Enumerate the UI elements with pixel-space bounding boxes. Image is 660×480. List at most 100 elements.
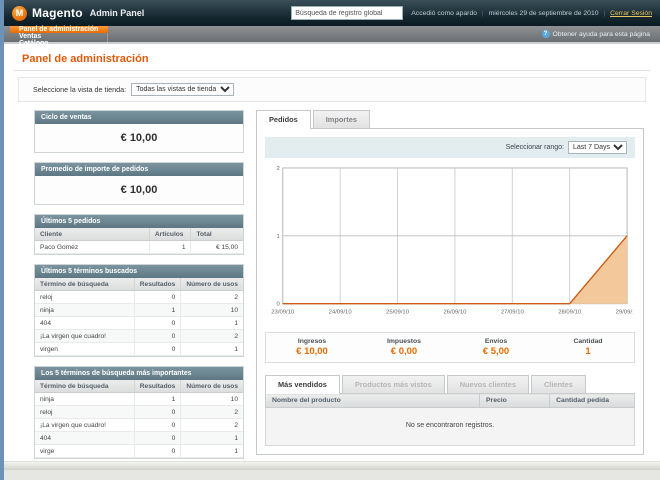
chart-tabs: Pedidos Importes [256, 110, 644, 129]
current-date: miércoles 29 de septiembre de 2010 [488, 9, 599, 17]
products-column-header: Cantidad pedida [549, 393, 635, 409]
table-row: ¡La virgen que cuadro! 0 2 [35, 418, 243, 432]
stat-value: 1 [585, 346, 591, 358]
content-area: Panel de administración Seleccione la vi… [4, 44, 660, 470]
column-header: Resultados [134, 380, 182, 393]
top-search-terms-table: Término de búsqueda Resultados Número de u… [35, 380, 243, 458]
divider [14, 70, 650, 71]
table-cell: ninja [35, 303, 135, 317]
chart-tab-0[interactable]: Pedidos [256, 110, 311, 129]
lifetime-sales-value: € 10,00 [35, 124, 243, 152]
average-orders-value: € 10,00 [35, 176, 243, 204]
help-icon: ? [541, 30, 550, 38]
no-records-message: No se encontraron registros. [265, 408, 635, 447]
products-grid: Nombre del producto Precio Cantidad pedida… [264, 393, 635, 447]
stat-label: Envíos [484, 338, 508, 346]
table-cell: 0 [134, 290, 182, 304]
table-cell: Paco Gomez [35, 240, 150, 254]
column-header: Término de búsqueda [35, 380, 135, 393]
svg-text:0: 0 [277, 302, 281, 308]
lifetime-sales-title: Ciclo de ventas [35, 111, 243, 124]
last-search-terms-box: Últimos 5 términos buscados Término de b… [34, 264, 244, 357]
page-help-link[interactable]: ? Obtener ayuda para esta página [541, 26, 660, 42]
stat-3: Cantidad 1 [542, 338, 634, 357]
store-view-select[interactable]: Todas las vistas de tienda [131, 83, 235, 96]
products-column-header: Nombre del producto [264, 393, 481, 409]
svg-text:29/09/10: 29/09/10 [616, 310, 633, 316]
orders-area-chart: 0 1 2 23/09/10 24/09/10 25/09/10 26/09/10 27/09… [271, 166, 639, 316]
table-cell: 2 [180, 405, 243, 419]
nav-item-0[interactable]: Panel de administración [10, 26, 109, 33]
stat-1: Impuestos € 0,00 [358, 338, 450, 357]
last-orders-table: Cliente Artículos Total Paco Gomez 1 € 15,00 [35, 228, 243, 254]
table-cell: 0 [134, 431, 182, 445]
svg-text:27/09/10: 27/09/10 [501, 310, 525, 316]
stat-label: Impuestos [387, 338, 421, 346]
table-row: ¡La virgen que cuadro! 0 2 [35, 329, 243, 343]
table-cell: 2 [180, 329, 243, 343]
top-search-terms-title: Los 5 términos de búsqueda más important… [35, 367, 243, 380]
chart-tab-1[interactable]: Importes [312, 110, 370, 128]
table-row: reloj 0 2 [35, 290, 243, 304]
table-cell: virgen [35, 342, 135, 356]
bottom-tab-2: Nuevos clientes [446, 375, 529, 394]
logged-in-as: Accedió como apardo [411, 9, 478, 17]
table-cell: 1 [180, 431, 243, 445]
stat-value: € 5,00 [482, 346, 510, 358]
last-orders-box: Últimos 5 pedidos Cliente Artículos Total P… [34, 214, 244, 255]
table-cell: ¡La virgen que cuadro! [35, 329, 135, 343]
svg-text:28/09/10: 28/09/10 [558, 310, 582, 316]
global-search-input[interactable] [291, 6, 404, 20]
column-header: Total [190, 228, 243, 241]
svg-text:23/09/10: 23/09/10 [271, 310, 295, 316]
table-cell: € 15,00 [190, 240, 243, 254]
table-cell: 404 [35, 431, 135, 445]
last-search-terms-table: Término de búsqueda Resultados Número de u… [35, 278, 243, 356]
user-info-area: Accedió como apardo | miércoles 29 de se… [411, 9, 652, 17]
table-cell: 10 [180, 392, 243, 406]
stat-value: € 0,00 [390, 346, 418, 358]
stat-label: Cantidad [573, 338, 603, 346]
table-cell: ninja [35, 392, 135, 406]
table-cell: 1 [180, 342, 243, 356]
orders-chart: 0 1 2 23/09/10 24/09/10 25/09/10 26/09/10 27/09… [265, 158, 639, 326]
lifetime-sales-box: Ciclo de ventas € 10,00 [34, 110, 244, 153]
logout-link[interactable]: Cerrar Sesión [610, 10, 652, 17]
help-label: Obtener ayuda para esta página [552, 30, 651, 38]
table-row: virgen 0 1 [35, 342, 243, 356]
table-cell: ¡La virgen que cuadro! [35, 418, 135, 432]
table-cell: 1 [149, 240, 192, 254]
bottom-tab-1: Productos más vistos [341, 375, 445, 394]
products-table: Nombre del producto Precio Cantidad pedida [264, 393, 635, 409]
footer-strip [4, 461, 660, 470]
last-search-terms-title: Últimos 5 términos buscados [35, 265, 243, 278]
chart-panel: Seleccionar rango: Last 7 Days 0 1 2 23/09/… [256, 128, 644, 456]
table-cell: 0 [134, 342, 182, 356]
magento-logo-icon: M [12, 5, 27, 21]
nav-item-1[interactable]: Ventas [10, 33, 109, 40]
logo-subtitle: Admin Panel [89, 8, 145, 18]
stat-label: Ingresos [297, 338, 327, 346]
magento-logo: M Magento Admin Panel [12, 5, 145, 21]
magento-admin-app: M Magento Admin Panel Accedió como apard… [4, 0, 660, 480]
average-orders-box: Promedio de importe de pedidos € 10,00 [34, 162, 244, 205]
table-row: 404 0 1 [35, 431, 243, 445]
page-title: Panel de administración [22, 53, 149, 65]
bottom-tab-3: Clientes [530, 375, 586, 394]
svg-text:26/09/10: 26/09/10 [443, 310, 467, 316]
bottom-tabs: Más vendidos Productos más vistos Nuevos c… [265, 375, 635, 395]
table-cell: virge [35, 444, 135, 458]
logo-name: Magento [32, 6, 83, 20]
bottom-tab-0[interactable]: Más vendidos [265, 375, 340, 395]
table-row: virge 0 1 [35, 444, 243, 458]
table-cell: 0 [134, 444, 182, 458]
store-view-switcher: Seleccione la vista de tienda: Todas las… [18, 77, 646, 102]
table-cell: 1 [180, 316, 243, 330]
range-select[interactable]: Last 7 Days [568, 141, 627, 154]
table-cell: 0 [134, 418, 182, 432]
window-edge-strip [0, 0, 4, 480]
table-row: ninja 1 10 [35, 303, 243, 317]
table-row: reloj 0 2 [35, 405, 243, 419]
top-search-terms-box: Los 5 términos de búsqueda más important… [34, 366, 244, 459]
svg-text:1: 1 [277, 234, 280, 240]
